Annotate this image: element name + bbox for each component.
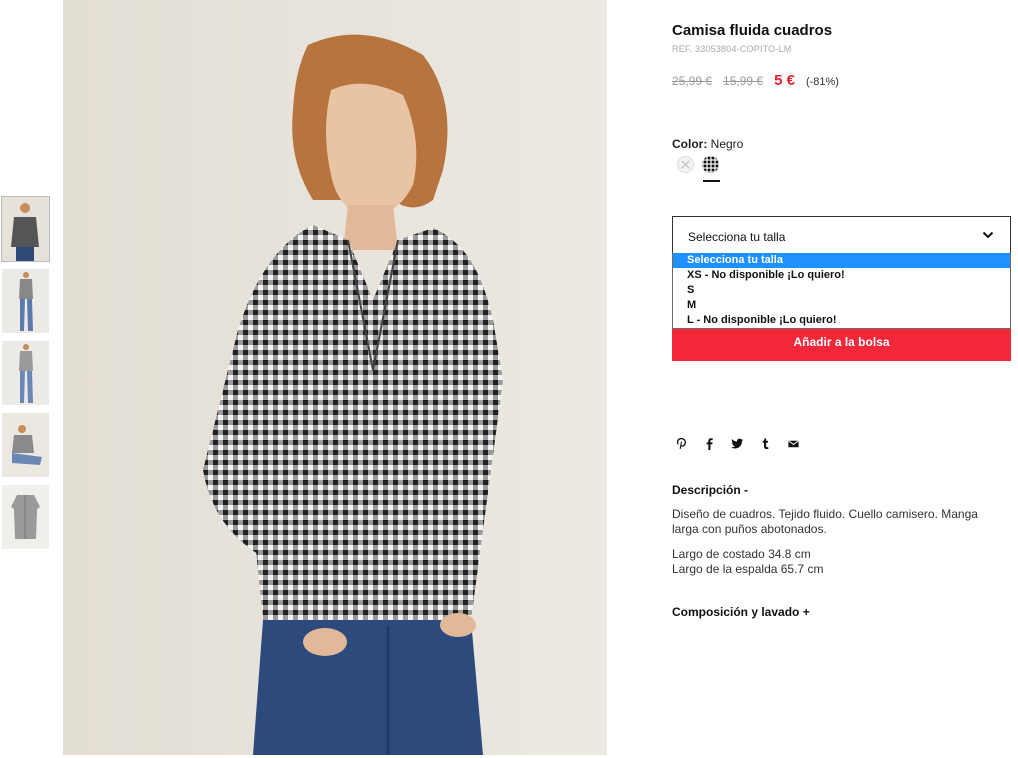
chevron-down-icon bbox=[982, 231, 994, 239]
size-select-value: Selecciona tu talla bbox=[688, 230, 786, 244]
price-row: 25,99 € 15,99 € 5 € (-81%) bbox=[672, 72, 839, 89]
color-swatches bbox=[677, 156, 719, 173]
pinterest-icon[interactable] bbox=[674, 436, 688, 450]
original-price: 25,99 € bbox=[672, 74, 713, 88]
thumbnail-4[interactable] bbox=[2, 413, 49, 477]
size-option-l[interactable]: L - No disponible ¡Lo quiero! bbox=[673, 313, 1010, 328]
sale-price: 5 € bbox=[774, 72, 795, 89]
product-reference: REF. 33053804-COPITO-LM bbox=[672, 44, 792, 54]
product-title: Camisa fluida cuadros bbox=[672, 22, 833, 39]
share-icons bbox=[674, 436, 800, 450]
size-option-xs[interactable]: XS - No disponible ¡Lo quiero! bbox=[673, 268, 1010, 283]
color-label: Color: Negro bbox=[672, 137, 743, 151]
twitter-icon[interactable] bbox=[730, 436, 744, 450]
black-check-swatch[interactable] bbox=[702, 156, 719, 173]
description-text: Diseño de cuadros. Tejido fluido. Cuello… bbox=[672, 507, 978, 536]
size-option-m[interactable]: M bbox=[673, 298, 1010, 313]
description-heading[interactable]: Descripción - bbox=[672, 483, 748, 497]
email-icon[interactable] bbox=[786, 436, 800, 450]
discount-badge: (-81%) bbox=[805, 76, 839, 88]
back-length-text: Largo de la espalda 65.7 cm bbox=[672, 562, 824, 576]
thumbnail-1[interactable] bbox=[1, 196, 50, 262]
size-option-placeholder[interactable]: Selecciona tu talla bbox=[673, 253, 1010, 268]
thumbnail-gallery bbox=[1, 196, 50, 557]
size-option-s[interactable]: S bbox=[673, 283, 1010, 298]
size-dropdown-list: Selecciona tu talla XS - No disponible ¡… bbox=[672, 253, 1011, 329]
color-value: Negro bbox=[710, 137, 744, 151]
color-label-text: Color: bbox=[672, 137, 708, 151]
tumblr-icon[interactable] bbox=[758, 436, 772, 450]
thumbnail-3[interactable] bbox=[2, 341, 49, 405]
product-main-image bbox=[63, 0, 607, 755]
size-select[interactable]: Selecciona tu talla bbox=[672, 216, 1011, 254]
white-check-swatch[interactable] bbox=[677, 156, 694, 173]
facebook-icon[interactable] bbox=[702, 436, 716, 450]
side-length-text: Largo de costado 34.8 cm bbox=[672, 547, 811, 561]
selected-swatch-indicator bbox=[703, 180, 720, 182]
thumbnail-2[interactable] bbox=[2, 269, 49, 333]
previous-price: 15,99 € bbox=[723, 74, 764, 88]
thumbnail-5[interactable] bbox=[2, 485, 49, 549]
composition-heading[interactable]: Composición y lavado + bbox=[672, 605, 810, 619]
